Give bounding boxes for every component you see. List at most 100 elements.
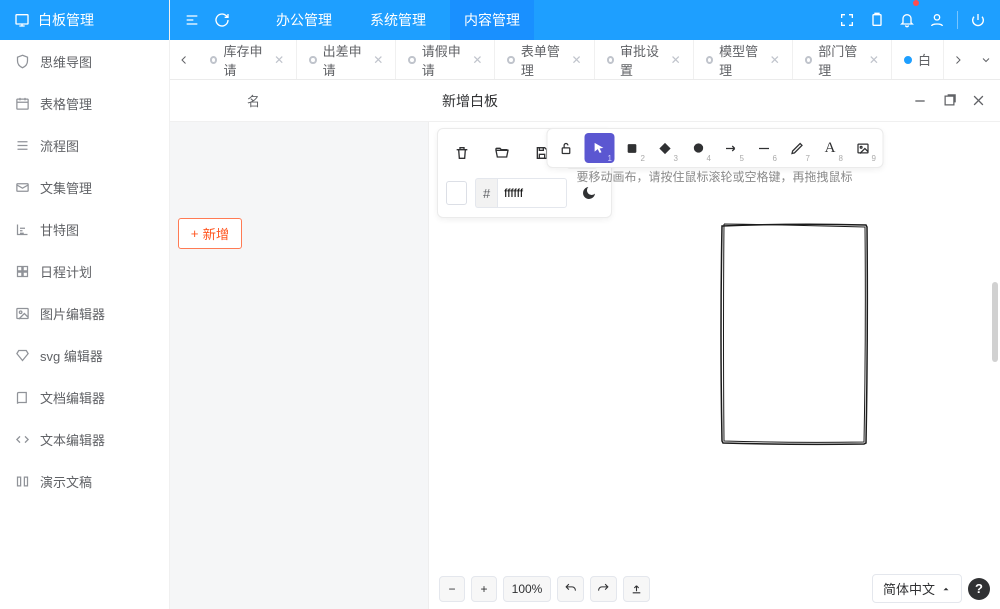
sidebar-item-label: 文本编辑器 [40, 430, 105, 449]
sidebar-item-label: 表格管理 [40, 94, 92, 113]
sidebar-item-mindmap[interactable]: 思维导图 [0, 40, 169, 82]
text-tool[interactable]: A8 [815, 133, 845, 163]
close-icon[interactable]: ✕ [572, 53, 582, 67]
diamond-icon [14, 347, 30, 363]
tabs-dropdown[interactable] [972, 40, 1000, 79]
redo-button[interactable] [590, 576, 617, 602]
tab-dot-icon [607, 56, 614, 64]
close-icon[interactable]: ✕ [373, 53, 383, 67]
tab-dot-icon [805, 56, 812, 64]
help-button[interactable]: ? [968, 578, 990, 600]
close-icon[interactable]: ✕ [472, 53, 482, 67]
nav-tab-office[interactable]: 办公管理 [262, 0, 346, 40]
nav-tab-content[interactable]: 内容管理 [450, 0, 534, 40]
file-tab[interactable]: 审批设置✕ [595, 40, 694, 79]
sidebar-item-collection[interactable]: 文集管理 [0, 166, 169, 208]
zoom-in-button[interactable]: + [471, 576, 497, 602]
sidebar-item-image-editor[interactable]: 图片编辑器 [0, 292, 169, 334]
calendar-icon [14, 95, 30, 111]
sidebar-item-label: svg 编辑器 [40, 346, 103, 365]
delete-button[interactable] [446, 137, 478, 169]
sidebar-item-presentation[interactable]: 演示文稿 [0, 460, 169, 502]
bell-icon[interactable] [897, 10, 917, 30]
color-swatch[interactable] [446, 181, 467, 205]
sidebar-item-svg-editor[interactable]: svg 编辑器 [0, 334, 169, 376]
line-tool[interactable]: 6 [749, 133, 779, 163]
sidebar-item-flowchart[interactable]: 流程图 [0, 124, 169, 166]
draw-tool[interactable]: 7 [782, 133, 812, 163]
rectangle-tool[interactable]: 2 [617, 133, 647, 163]
book-icon [14, 389, 30, 405]
sidebar-item-label: 文集管理 [40, 178, 92, 197]
file-tab[interactable]: 库存申请✕ [198, 40, 297, 79]
columns-icon [14, 473, 30, 489]
whiteboard-icon [14, 12, 30, 28]
tabs-scroll-left[interactable] [170, 40, 198, 79]
power-icon[interactable] [968, 10, 988, 30]
collapse-sidebar-icon[interactable] [182, 10, 202, 30]
hex-input[interactable] [497, 178, 567, 208]
sidebar-item-label: 思维导图 [40, 52, 92, 71]
file-tab[interactable]: 出差申请✕ [297, 40, 396, 79]
tab-dot-icon [309, 56, 316, 64]
tab-dot-icon [210, 56, 217, 64]
sidebar-item-schedule[interactable]: 日程计划 [0, 250, 169, 292]
tab-dot-icon [904, 56, 912, 64]
chevron-up-icon [941, 584, 951, 594]
sidebar-item-gantt[interactable]: 甘特图 [0, 208, 169, 250]
chart-icon [14, 221, 30, 237]
file-tab[interactable]: 模型管理✕ [694, 40, 793, 79]
sidebar-item-label: 图片编辑器 [40, 304, 105, 323]
nav-tab-system[interactable]: 系统管理 [356, 0, 440, 40]
zoom-out-button[interactable]: − [439, 576, 465, 602]
sidebar-item-table[interactable]: 表格管理 [0, 82, 169, 124]
sidebar-item-label: 演示文稿 [40, 472, 92, 491]
close-icon[interactable]: ✕ [869, 53, 879, 67]
add-button[interactable]: + 新增 [178, 218, 242, 249]
file-tab[interactable]: 表单管理✕ [495, 40, 594, 79]
close-icon[interactable]: ✕ [770, 53, 780, 67]
canvas-rectangle-shape[interactable] [719, 222, 869, 446]
tab-dot-icon [408, 56, 415, 64]
sidebar-item-label: 流程图 [40, 136, 79, 155]
notification-dot [913, 0, 919, 6]
sidebar-item-label: 日程计划 [40, 262, 92, 281]
file-tab-active[interactable]: 白 [892, 40, 944, 79]
open-button[interactable] [486, 137, 518, 169]
vertical-scrollbar[interactable] [992, 282, 998, 362]
close-icon[interactable] [971, 93, 986, 109]
maximize-icon[interactable] [942, 93, 957, 109]
tab-dot-icon [706, 56, 713, 64]
grid-icon [14, 263, 30, 279]
plus-icon: + [191, 226, 199, 241]
select-tool[interactable]: 1 [584, 133, 614, 163]
file-tab[interactable]: 请假申请✕ [396, 40, 495, 79]
ellipse-tool[interactable]: 4 [683, 133, 713, 163]
upload-button[interactable] [623, 576, 650, 602]
sidebar-title: 白板管理 [38, 10, 94, 30]
zoom-level[interactable]: 100% [503, 576, 551, 602]
editor-title: 新增白板 [442, 91, 498, 111]
undo-button[interactable] [557, 576, 584, 602]
lock-tool[interactable] [551, 133, 581, 163]
fullscreen-icon[interactable] [837, 10, 857, 30]
diamond-tool[interactable]: 3 [650, 133, 680, 163]
sidebar-item-doc-editor[interactable]: 文档编辑器 [0, 376, 169, 418]
hash-label: # [475, 178, 497, 208]
close-icon[interactable]: ✕ [671, 53, 681, 67]
language-selector[interactable]: 简体中文 [872, 574, 962, 603]
code-icon [14, 431, 30, 447]
close-icon[interactable]: ✕ [274, 53, 284, 67]
arrow-tool[interactable]: 5 [716, 133, 746, 163]
user-icon[interactable] [927, 10, 947, 30]
shield-icon [14, 53, 30, 69]
file-tab[interactable]: 部门管理✕ [793, 40, 892, 79]
clipboard-icon[interactable] [867, 10, 887, 30]
tabs-scroll-right[interactable] [944, 40, 972, 79]
sidebar-item-text-editor[interactable]: 文本编辑器 [0, 418, 169, 460]
refresh-icon[interactable] [212, 10, 232, 30]
image-tool[interactable]: 9 [848, 133, 878, 163]
column-label: 名 [247, 91, 260, 110]
sidebar-header: 白板管理 [0, 0, 169, 40]
minimize-icon[interactable] [912, 93, 928, 109]
